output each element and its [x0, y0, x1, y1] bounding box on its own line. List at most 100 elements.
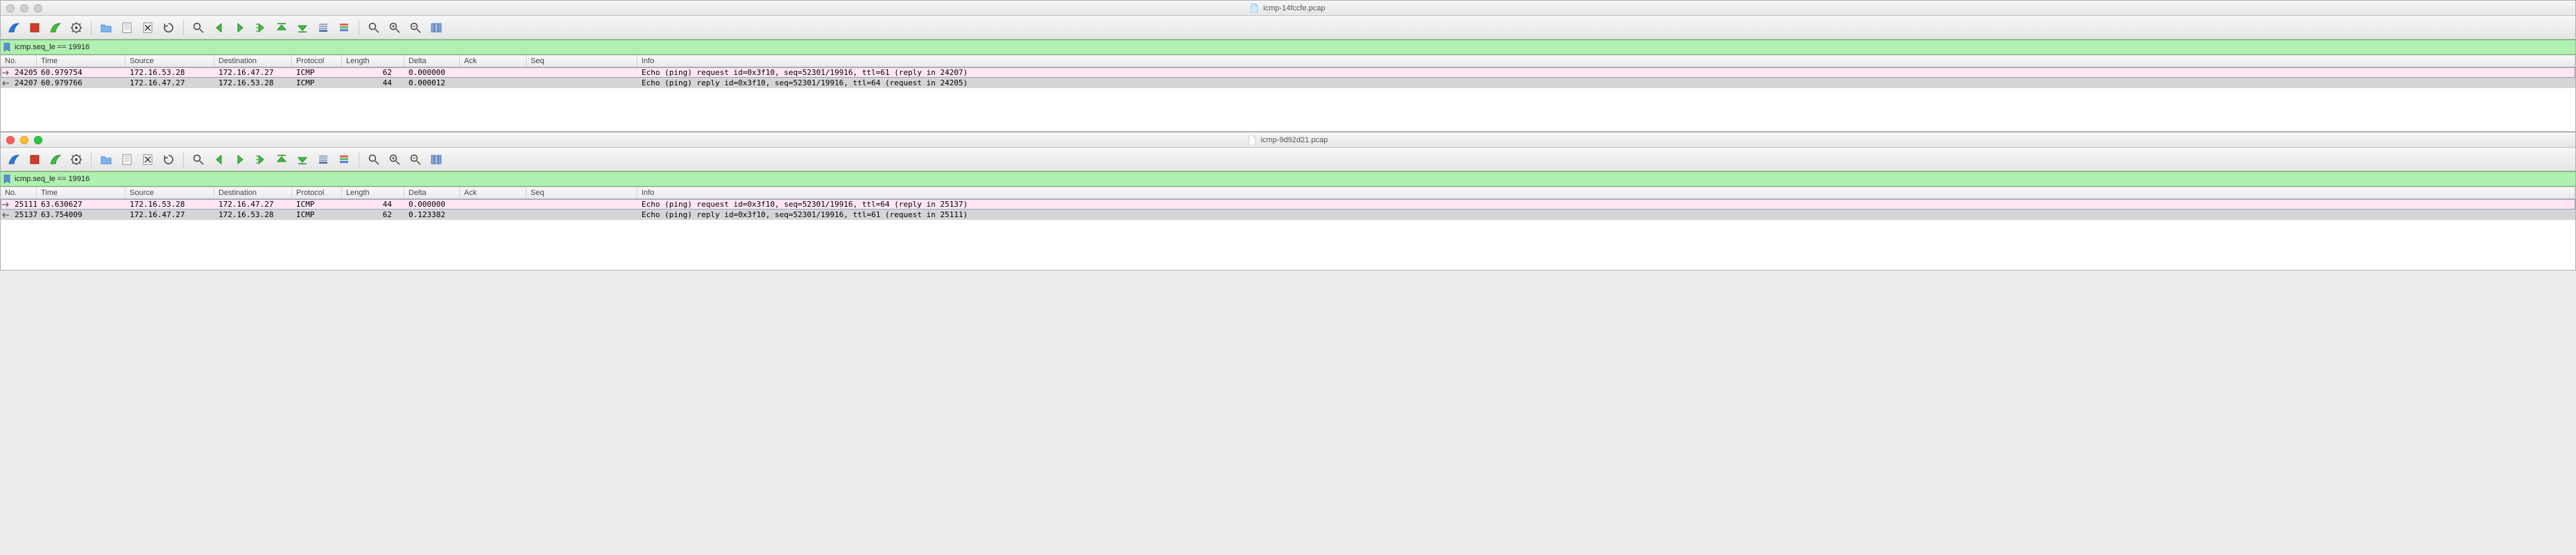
- find-icon[interactable]: [189, 151, 207, 169]
- arrow-left-icon: [1, 212, 10, 219]
- column-header-seq[interactable]: Seq: [526, 187, 637, 198]
- stop-capture-icon[interactable]: [26, 19, 44, 37]
- zoom-fit-icon[interactable]: [365, 151, 383, 169]
- display-filter-input[interactable]: [15, 175, 2574, 183]
- cell-len: 62: [342, 210, 404, 219]
- column-header-destination[interactable]: Destination: [214, 56, 292, 67]
- column-header-source[interactable]: Source: [126, 187, 214, 198]
- shark-fin-icon[interactable]: [5, 19, 23, 37]
- packet-list[interactable]: 2420560.979754172.16.53.28172.16.47.27IC…: [1, 67, 2575, 131]
- bookmark-icon[interactable]: [2, 174, 12, 184]
- column-header-destination[interactable]: Destination: [214, 187, 292, 198]
- back-icon[interactable]: [210, 19, 228, 37]
- window-title-wrap: icmp-14fccfe.pcap: [1, 3, 2575, 13]
- cell-proto: ICMP: [292, 68, 342, 77]
- jump-icon[interactable]: [252, 19, 270, 37]
- cell-len: 44: [342, 200, 404, 209]
- restart-capture-icon[interactable]: [46, 151, 65, 169]
- column-header-length[interactable]: Length: [342, 56, 404, 67]
- packet-row[interactable]: 2420760.979766172.16.47.27172.16.53.28IC…: [1, 78, 2575, 88]
- top-icon[interactable]: [273, 151, 291, 169]
- options-icon[interactable]: [67, 151, 85, 169]
- columns-icon[interactable]: [427, 19, 445, 37]
- cell-src: 172.16.53.28: [126, 68, 214, 77]
- save-file-icon[interactable]: [118, 151, 136, 169]
- zoom-fit-icon[interactable]: [365, 19, 383, 37]
- column-header-ack[interactable]: Ack: [460, 56, 526, 67]
- cell-time: 63.630627: [37, 200, 126, 209]
- cell-delta: 0.000000: [404, 200, 460, 209]
- bottom-icon[interactable]: [293, 151, 311, 169]
- wireshark-window-2: icmp-9d92d21.pcap No.TimeSourceDestinati…: [0, 132, 2576, 271]
- bookmark-icon[interactable]: [2, 42, 12, 52]
- bottom-icon[interactable]: [293, 19, 311, 37]
- column-header-length[interactable]: Length: [342, 187, 404, 198]
- autoscroll-icon[interactable]: [314, 151, 332, 169]
- zoom-button[interactable]: [34, 136, 42, 144]
- packet-row[interactable]: 2420560.979754172.16.53.28172.16.47.27IC…: [1, 67, 2575, 78]
- close-file-icon[interactable]: [139, 19, 157, 37]
- column-header-time[interactable]: Time: [37, 56, 126, 67]
- jump-icon[interactable]: [252, 151, 270, 169]
- open-file-icon[interactable]: [97, 19, 115, 37]
- close-button[interactable]: [6, 4, 15, 12]
- zoom-out-icon[interactable]: [406, 151, 424, 169]
- open-file-icon[interactable]: [97, 151, 115, 169]
- wireshark-window-1: icmp-14fccfe.pcap No.TimeSourceDestinati…: [0, 0, 2576, 132]
- titlebar[interactable]: icmp-14fccfe.pcap: [1, 1, 2575, 16]
- document-icon: [1248, 135, 1257, 145]
- arrow-right-icon: [1, 69, 10, 76]
- column-header-delta[interactable]: Delta: [404, 187, 460, 198]
- packet-row[interactable]: 2513763.754009172.16.47.27172.16.53.28IC…: [1, 210, 2575, 220]
- column-header-info[interactable]: Info: [637, 56, 2575, 67]
- minimize-button[interactable]: [20, 4, 28, 12]
- forward-icon[interactable]: [231, 19, 249, 37]
- cell-time: 60.979766: [37, 78, 126, 87]
- column-header-source[interactable]: Source: [126, 56, 214, 67]
- close-file-icon[interactable]: [139, 151, 157, 169]
- find-icon[interactable]: [189, 19, 207, 37]
- column-header-delta[interactable]: Delta: [404, 56, 460, 67]
- cell-proto: ICMP: [292, 78, 342, 87]
- top-icon[interactable]: [273, 19, 291, 37]
- stop-capture-icon[interactable]: [26, 151, 44, 169]
- column-header-info[interactable]: Info: [637, 187, 2575, 198]
- autoscroll-icon[interactable]: [314, 19, 332, 37]
- save-file-icon[interactable]: [118, 19, 136, 37]
- columns-icon[interactable]: [427, 151, 445, 169]
- zoom-out-icon[interactable]: [406, 19, 424, 37]
- column-header-protocol[interactable]: Protocol: [292, 187, 342, 198]
- packet-list[interactable]: 2511163.630627172.16.53.28172.16.47.27IC…: [1, 199, 2575, 270]
- titlebar[interactable]: icmp-9d92d21.pcap: [1, 133, 2575, 148]
- minimize-button[interactable]: [20, 136, 28, 144]
- shark-fin-icon[interactable]: [5, 151, 23, 169]
- cell-time: 63.754009: [37, 210, 126, 219]
- back-icon[interactable]: [210, 151, 228, 169]
- toolbar-separator: [183, 20, 184, 35]
- column-header-no[interactable]: No.: [1, 187, 37, 198]
- cell-info: Echo (ping) request id=0x3f10, seq=52301…: [637, 68, 2575, 77]
- display-filter-input[interactable]: [15, 43, 2574, 51]
- close-button[interactable]: [6, 136, 15, 144]
- zoom-in-icon[interactable]: [386, 19, 404, 37]
- column-header-protocol[interactable]: Protocol: [292, 56, 342, 67]
- zoom-in-icon[interactable]: [386, 151, 404, 169]
- window-title: icmp-14fccfe.pcap: [1263, 4, 1325, 12]
- column-header-no[interactable]: No.: [1, 56, 37, 67]
- reload-icon[interactable]: [160, 19, 178, 37]
- packet-row[interactable]: 2511163.630627172.16.53.28172.16.47.27IC…: [1, 199, 2575, 210]
- forward-icon[interactable]: [231, 151, 249, 169]
- column-header-time[interactable]: Time: [37, 187, 126, 198]
- packet-list-header: No.TimeSourceDestinationProtocolLengthDe…: [1, 55, 2575, 67]
- cell-info: Echo (ping) reply id=0x3f10, seq=52301/1…: [637, 78, 2575, 87]
- column-header-ack[interactable]: Ack: [460, 187, 526, 198]
- arrow-right-icon: [1, 201, 10, 208]
- options-icon[interactable]: [67, 19, 85, 37]
- colorize-icon[interactable]: [335, 151, 353, 169]
- restart-capture-icon[interactable]: [46, 19, 65, 37]
- colorize-icon[interactable]: [335, 19, 353, 37]
- column-header-seq[interactable]: Seq: [526, 56, 637, 67]
- reload-icon[interactable]: [160, 151, 178, 169]
- zoom-button[interactable]: [34, 4, 42, 12]
- cell-dst: 172.16.47.27: [214, 200, 292, 209]
